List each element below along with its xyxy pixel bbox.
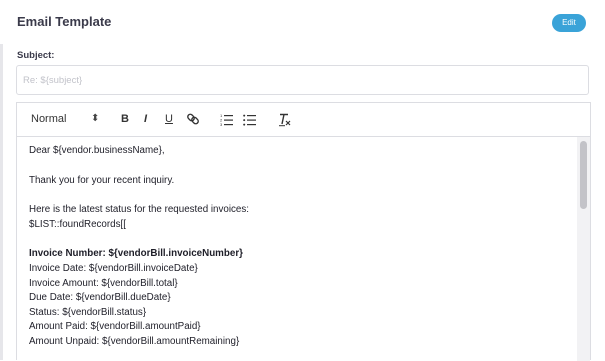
panel-left-border bbox=[0, 44, 3, 360]
invoice-amount-line: Invoice Amount: ${vendorBill.total} bbox=[29, 278, 178, 289]
link-icon[interactable] bbox=[186, 111, 200, 127]
bold-icon[interactable]: B bbox=[121, 111, 129, 127]
scrollbar-thumb[interactable] bbox=[580, 141, 587, 209]
subject-label: Subject: bbox=[17, 50, 55, 61]
edit-button[interactable]: Edit bbox=[552, 14, 586, 32]
invoice-date-line: Invoice Date: ${vendorBill.invoiceDate} bbox=[29, 263, 198, 274]
editor-toolbar: Normal ⬍ B I U 1 2 3 bbox=[17, 103, 590, 137]
status-line: Status: ${vendorBill.status} bbox=[29, 307, 147, 318]
invoice-number-line: Invoice Number: ${vendorBill.invoiceNumb… bbox=[29, 248, 243, 259]
amount-paid-line: Amount Paid: ${vendorBill.amountPaid} bbox=[29, 321, 201, 332]
rich-text-editor: Normal ⬍ B I U 1 2 3 Dear ${vendor.busin… bbox=[16, 102, 591, 361]
svg-text:3: 3 bbox=[220, 122, 223, 127]
italic-icon[interactable]: I bbox=[144, 111, 147, 127]
subject-input[interactable] bbox=[16, 65, 589, 95]
format-select-arrows-icon[interactable]: ⬍ bbox=[91, 111, 99, 127]
body-line: Here is the latest status for the reques… bbox=[29, 204, 249, 215]
editor-content[interactable]: Dear ${vendor.businessName}, Thank you f… bbox=[17, 137, 575, 361]
format-select[interactable]: Normal bbox=[31, 111, 66, 127]
greeting-line: Dear ${vendor.businessName}, bbox=[29, 145, 165, 156]
underline-icon[interactable]: U bbox=[165, 111, 173, 127]
ordered-list-icon[interactable]: 1 2 3 bbox=[220, 111, 234, 127]
amount-unpaid-line: Amount Unpaid: ${vendorBill.amountRemain… bbox=[29, 336, 240, 347]
list-directive-line: $LIST::foundRecords[[ bbox=[29, 219, 126, 230]
clear-formatting-icon[interactable] bbox=[278, 111, 292, 127]
body-line: Thank you for your recent inquiry. bbox=[29, 175, 175, 186]
due-date-line: Due Date: ${vendorBill.dueDate} bbox=[29, 292, 171, 303]
page-title: Email Template bbox=[17, 14, 112, 29]
bullet-list-icon[interactable] bbox=[243, 111, 257, 127]
editor-scrollbar[interactable] bbox=[577, 137, 590, 361]
format-select-value: Normal bbox=[31, 113, 67, 125]
